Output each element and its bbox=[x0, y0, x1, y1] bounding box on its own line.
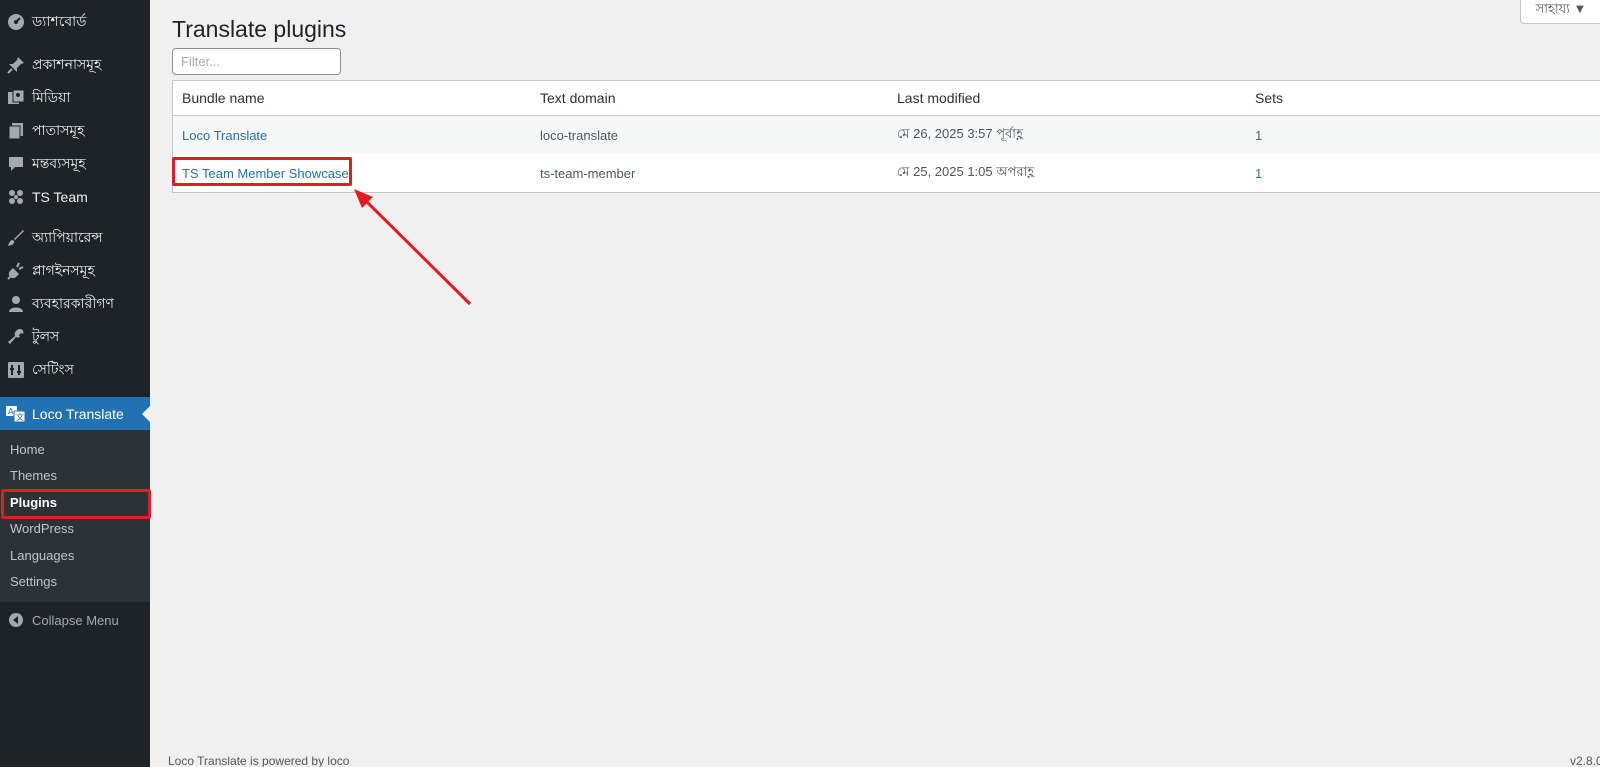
submenu-home[interactable]: Home bbox=[10, 442, 45, 457]
menu-posts-label: প্রকাশনাসমূহ bbox=[32, 56, 102, 72]
bundles-table: Bundle name Text domain Last modified Se… bbox=[172, 80, 1600, 193]
column-header-sets[interactable]: Sets bbox=[1255, 81, 1283, 115]
menu-dashboard[interactable]: ড্যাশবোর্ড bbox=[0, 6, 150, 38]
footer-credit: Loco Translate is powered by loco bbox=[168, 754, 350, 767]
bundle-link[interactable]: Loco Translate bbox=[182, 128, 267, 143]
menu-settings-label: সেটিংস bbox=[32, 361, 74, 377]
table-row: TS Team Member Showcase ts-team-member ম… bbox=[173, 154, 1600, 192]
menu-comments[interactable]: মন্তব্যসমূহ bbox=[0, 148, 150, 180]
collapse-menu-button[interactable]: Collapse Menu bbox=[0, 608, 150, 632]
footer-version: v2.8.0 bbox=[1570, 754, 1600, 767]
comments-icon bbox=[0, 155, 32, 173]
svg-text:A: A bbox=[8, 407, 14, 416]
media-icon bbox=[0, 89, 32, 107]
menu-comments-label: মন্তব্যসমূহ bbox=[32, 155, 86, 171]
menu-settings[interactable]: সেটিংস bbox=[0, 354, 150, 386]
submenu-themes[interactable]: Themes bbox=[10, 468, 57, 483]
menu-ts-team[interactable]: TS Team bbox=[0, 181, 150, 213]
submenu-wordpress[interactable]: WordPress bbox=[10, 521, 74, 536]
menu-plugins[interactable]: প্লাগইনসমূহ bbox=[0, 255, 150, 287]
menu-dashboard-label: ড্যাশবোর্ড bbox=[32, 13, 87, 29]
sets-link[interactable]: 1 bbox=[1255, 166, 1262, 181]
table-row: Loco Translate loco-translate মে 26, 202… bbox=[173, 116, 1600, 154]
menu-pages[interactable]: পাতাসমূহ bbox=[0, 115, 150, 147]
users-icon bbox=[0, 295, 32, 313]
menu-pages-label: পাতাসমূহ bbox=[32, 122, 85, 138]
pages-icon bbox=[0, 122, 32, 140]
last-modified-cell: মে 26, 2025 3:57 পূর্বাহ্ণ bbox=[897, 125, 1023, 141]
plugins-icon bbox=[0, 262, 32, 280]
sets-link[interactable]: 1 bbox=[1255, 128, 1262, 143]
menu-tools-label: টুলস bbox=[32, 328, 60, 344]
settings-icon bbox=[0, 361, 32, 379]
appearance-icon bbox=[0, 229, 32, 247]
dashboard-icon bbox=[0, 13, 32, 31]
column-header-text-domain[interactable]: Text domain bbox=[540, 81, 615, 115]
column-header-bundle-name[interactable]: Bundle name bbox=[182, 81, 265, 115]
tools-icon bbox=[0, 328, 32, 346]
page-title: Translate plugins bbox=[172, 16, 347, 42]
collapse-menu-label: Collapse Menu bbox=[32, 612, 119, 628]
menu-appearance-label: অ্যাপিয়ারেন্স bbox=[32, 229, 103, 245]
menu-tools[interactable]: টুলস bbox=[0, 321, 150, 353]
submenu-languages[interactable]: Languages bbox=[10, 548, 74, 563]
menu-loco-translate-label: Loco Translate bbox=[32, 406, 124, 422]
table-header-row: Bundle name Text domain Last modified Se… bbox=[173, 81, 1600, 116]
text-domain-cell: loco-translate bbox=[540, 127, 619, 143]
menu-users-label: ব্যবহারকারীগণ bbox=[32, 295, 114, 311]
menu-plugins-label: প্লাগইনসমূহ bbox=[32, 262, 95, 278]
menu-appearance[interactable]: অ্যাপিয়ারেন্স bbox=[0, 222, 150, 254]
last-modified-cell: মে 25, 2025 1:05 অপরাহ্ণ bbox=[897, 163, 1035, 179]
help-tab-button[interactable]: সাহায্য ▼ bbox=[1520, 0, 1600, 24]
menu-media[interactable]: মিডিয়া bbox=[0, 82, 150, 114]
submenu-plugins[interactable]: Plugins bbox=[10, 495, 57, 510]
submenu-settings[interactable]: Settings bbox=[10, 574, 57, 589]
active-menu-arrow bbox=[142, 406, 150, 422]
pin-icon bbox=[0, 56, 32, 74]
text-domain-cell: ts-team-member bbox=[540, 165, 636, 181]
menu-loco-translate[interactable]: A文 Loco Translate bbox=[0, 397, 150, 431]
admin-sidebar: ড্যাশবোর্ড প্রকাশনাসমূহ মিডিয়া পাতাসমূহ… bbox=[0, 0, 150, 767]
collapse-icon bbox=[0, 612, 32, 628]
column-header-last-modified[interactable]: Last modified bbox=[897, 81, 980, 115]
menu-ts-team-label: TS Team bbox=[32, 189, 88, 205]
translate-icon: A文 bbox=[0, 405, 32, 423]
bundle-link[interactable]: TS Team Member Showcase bbox=[182, 166, 349, 181]
menu-users[interactable]: ব্যবহারকারীগণ bbox=[0, 288, 150, 320]
filter-input[interactable] bbox=[172, 48, 341, 75]
team-icon bbox=[0, 188, 32, 206]
menu-posts[interactable]: প্রকাশনাসমূহ bbox=[0, 49, 150, 81]
menu-media-label: মিডিয়া bbox=[32, 89, 71, 105]
loco-submenu: Home Themes Plugins WordPress Languages … bbox=[0, 430, 150, 602]
svg-text:文: 文 bbox=[16, 412, 24, 422]
